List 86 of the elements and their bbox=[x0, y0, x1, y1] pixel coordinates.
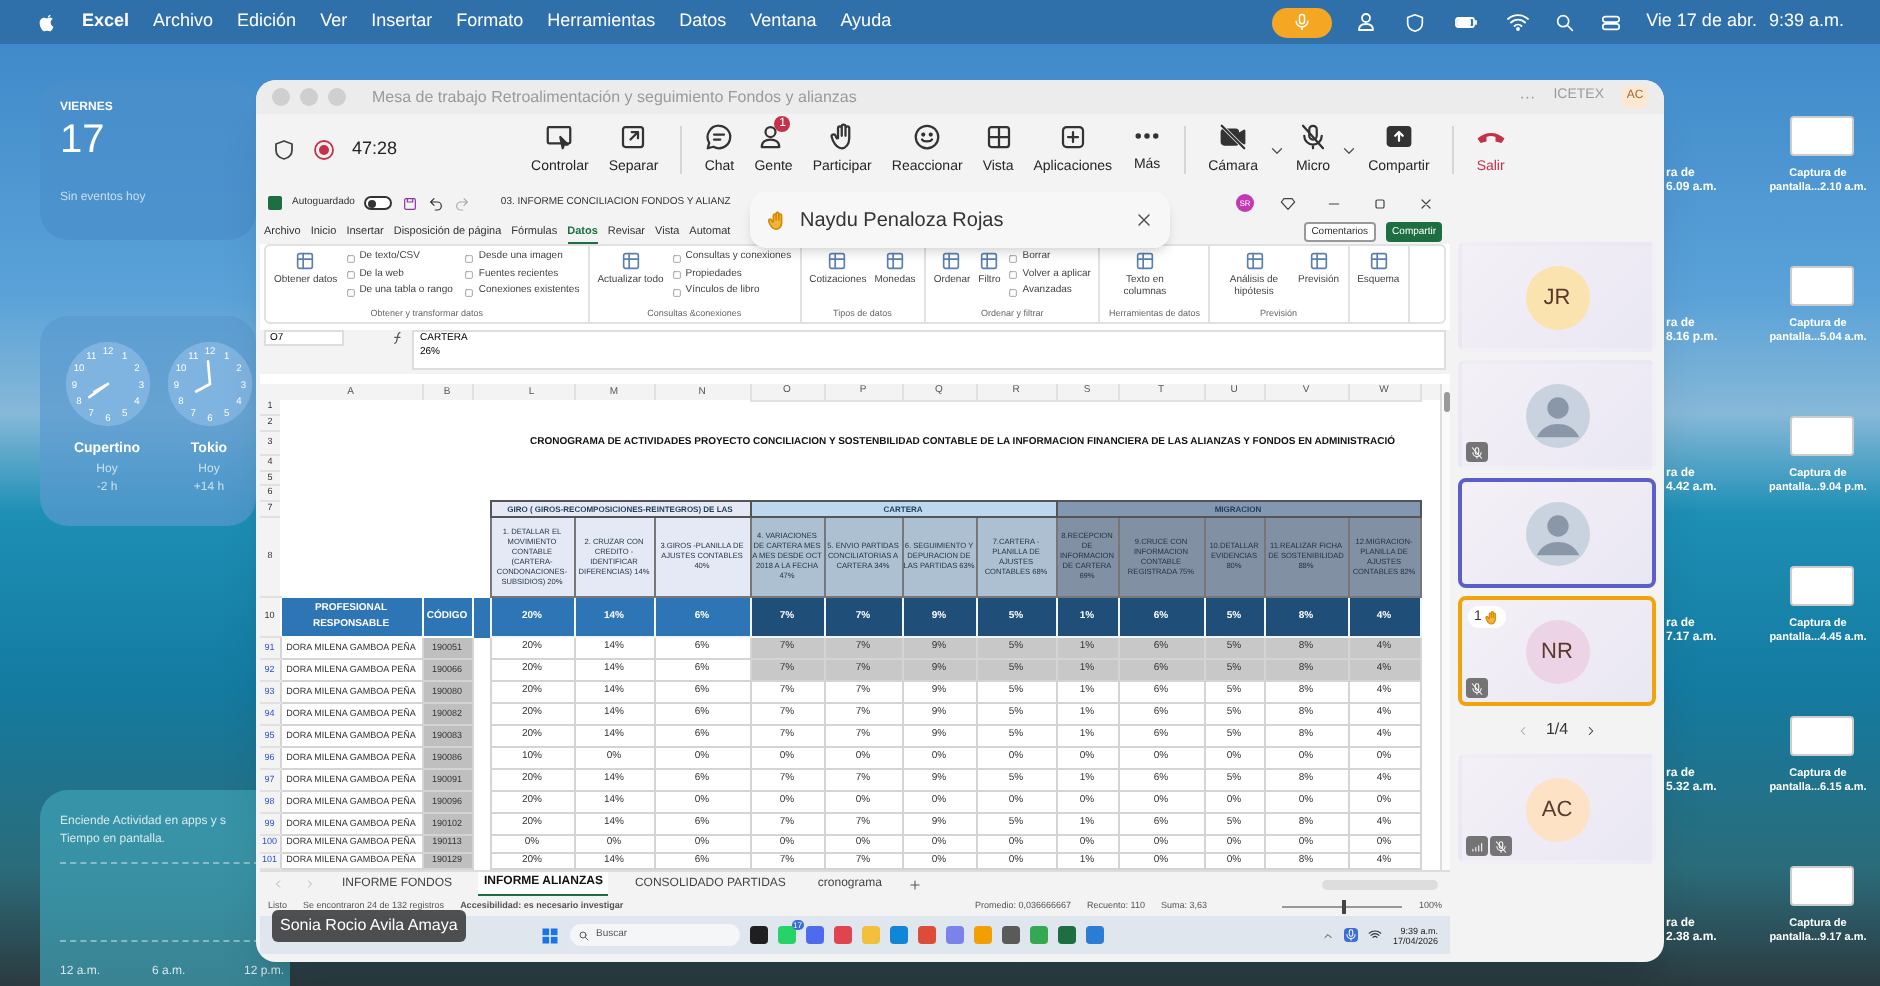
grid-icon bbox=[983, 121, 1014, 152]
more-icon bbox=[1132, 132, 1163, 141]
screenshot-thumbnail bbox=[1790, 266, 1854, 306]
ribbon-command-icon bbox=[1133, 250, 1156, 273]
menu-item[interactable]: Archivo bbox=[153, 8, 214, 36]
ribbon-command-icon bbox=[826, 250, 849, 273]
menu-item[interactable]: Herramientas bbox=[547, 8, 656, 36]
microphone-in-use-indicator[interactable] bbox=[1272, 7, 1333, 37]
menu-item[interactable]: Ayuda bbox=[840, 8, 892, 36]
menu-item[interactable]: Formato bbox=[456, 8, 524, 36]
ribbon-command-icon bbox=[1307, 250, 1330, 273]
menu-item[interactable]: Ver bbox=[320, 8, 348, 36]
windows-logo-icon[interactable] bbox=[540, 925, 560, 945]
diamond-icon[interactable] bbox=[1280, 195, 1296, 212]
ribbon-command-icon bbox=[884, 250, 907, 273]
raised-hand-icon bbox=[766, 209, 788, 232]
day-number: 17 bbox=[60, 118, 107, 162]
presenter-name: Sonia Rocio Avila Amaya bbox=[272, 910, 466, 942]
menu-bar-time[interactable]: 9:39 a.m. bbox=[1768, 8, 1844, 36]
control-center-icon[interactable] bbox=[1600, 11, 1623, 33]
add-sheet-icon[interactable] bbox=[907, 877, 922, 891]
close-icon[interactable] bbox=[1134, 210, 1154, 231]
microphone-icon bbox=[1292, 12, 1313, 32]
participant-tile[interactable]: JR bbox=[1458, 242, 1656, 353]
next-page-icon[interactable] bbox=[1584, 723, 1599, 738]
wifi-icon[interactable] bbox=[1368, 928, 1383, 942]
close-icon[interactable] bbox=[1418, 195, 1434, 212]
person-silhouette-icon bbox=[1525, 501, 1589, 566]
function-icon bbox=[390, 330, 406, 347]
redo-icon[interactable] bbox=[454, 195, 471, 212]
page-indicator: 1/4 bbox=[1545, 718, 1569, 743]
ribbon-command-icon bbox=[1243, 250, 1265, 273]
popout-icon bbox=[618, 121, 649, 152]
excel-logo-icon bbox=[268, 196, 282, 211]
menu-bar-date[interactable]: Vie 17 de abr. bbox=[1646, 8, 1757, 36]
undo-icon[interactable] bbox=[428, 195, 445, 212]
shield-icon[interactable] bbox=[1404, 11, 1427, 33]
screen-cursor-icon bbox=[544, 121, 575, 152]
smiley-icon bbox=[912, 121, 943, 152]
slider-thumb[interactable] bbox=[1342, 899, 1347, 913]
taskbar-app-icon[interactable] bbox=[1058, 926, 1076, 944]
participant-avatar: NR bbox=[1525, 619, 1589, 684]
menu-item[interactable]: Edición bbox=[237, 8, 297, 36]
ribbon-command-icon bbox=[1367, 250, 1390, 273]
clock-face-drawing bbox=[166, 341, 252, 427]
person-silhouette-icon bbox=[1525, 383, 1589, 448]
ribbon-command-icon bbox=[619, 250, 642, 273]
screenshot-thumbnail bbox=[1790, 566, 1854, 606]
chevron-up-icon[interactable] bbox=[1322, 929, 1335, 941]
participant-name: Naydu Penaloza Rojas bbox=[800, 207, 1006, 236]
clock-face-drawing bbox=[64, 341, 150, 427]
plus-square-icon bbox=[1057, 121, 1088, 152]
vertical-scrollbar[interactable] bbox=[1440, 384, 1450, 870]
menu-item[interactable]: Ventana bbox=[750, 8, 817, 36]
save-icon[interactable] bbox=[402, 195, 419, 212]
screenshot-thumbnail bbox=[1790, 416, 1854, 456]
participant-tile[interactable] bbox=[1458, 360, 1656, 471]
taskbar-app-icon[interactable] bbox=[1002, 926, 1020, 944]
microphone-icon[interactable] bbox=[1344, 928, 1359, 942]
raised-hand-icon bbox=[1483, 609, 1500, 626]
shield-icon bbox=[272, 138, 296, 163]
search-icon[interactable] bbox=[1554, 11, 1577, 33]
share-screen-icon bbox=[1383, 121, 1414, 152]
search-icon bbox=[578, 929, 590, 941]
meeting-timer: 47:28 bbox=[352, 136, 398, 163]
participant-tile[interactable] bbox=[1458, 478, 1656, 589]
screenshot-thumbnail bbox=[1790, 716, 1854, 756]
participant-avatar: AC bbox=[1525, 777, 1589, 842]
menu-item[interactable]: Insertar bbox=[371, 8, 433, 36]
chat-icon bbox=[704, 121, 735, 152]
screenshot-thumbnail bbox=[1790, 866, 1854, 906]
window-title: Mesa de trabajo Retroalimentación y seguimiento Fondos y alianzas bbox=[372, 85, 857, 110]
screenshot-thumbnail bbox=[1790, 116, 1854, 156]
menu-item[interactable]: Datos bbox=[679, 8, 727, 36]
menu-item[interactable]: Excel bbox=[82, 8, 130, 36]
autosave-toggle[interactable] bbox=[364, 196, 393, 211]
participant-avatar: JR bbox=[1525, 265, 1589, 330]
participant-tile[interactable]: AC bbox=[1458, 754, 1656, 865]
ribbon-command-icon bbox=[978, 250, 1001, 273]
apple-logo-icon[interactable] bbox=[36, 11, 58, 33]
wifi-icon[interactable] bbox=[1506, 10, 1531, 34]
taskbar-app-icon[interactable] bbox=[750, 926, 768, 944]
maximize-icon[interactable] bbox=[1372, 195, 1388, 212]
ribbon-command-icon bbox=[940, 250, 963, 273]
hang-up-icon bbox=[1475, 129, 1506, 144]
ribbon-command-icon bbox=[294, 250, 317, 273]
